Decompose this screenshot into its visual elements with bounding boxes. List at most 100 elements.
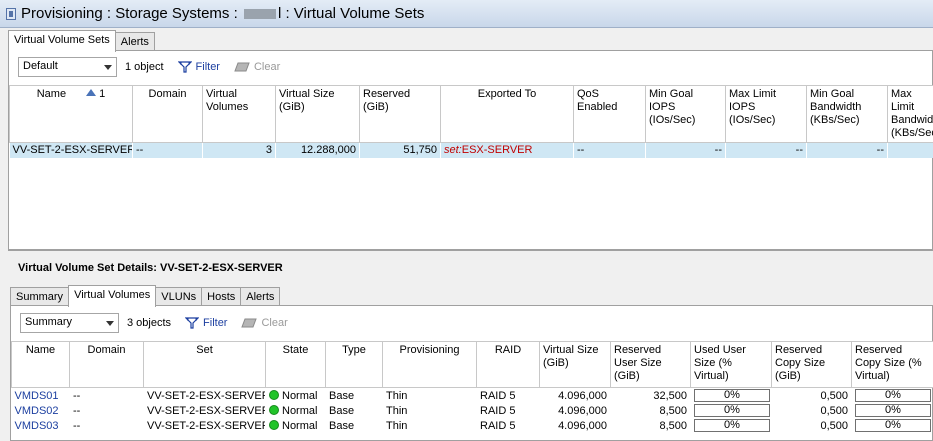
col-vv-raid[interactable]: RAID <box>476 341 540 388</box>
cell-vv-set: VV-SET-2-ESX-SERVER <box>147 419 266 432</box>
cell-vv-reserved-copy-pct: 0% <box>852 418 933 433</box>
details-object-count: 3 objects <box>127 317 172 329</box>
tab-virtual-volume-sets[interactable]: Virtual Volume Sets <box>8 30 116 52</box>
col-vv-domain[interactable]: Domain <box>69 341 144 388</box>
cell-vv-reserved-copy: 0,500 <box>820 389 848 402</box>
cell-min-bw: -- <box>806 142 888 158</box>
usage-progress-bar: 0% <box>694 404 770 417</box>
clear-button[interactable]: Clear <box>234 61 280 73</box>
col-max-limit-bandwidth[interactable]: Max Limit Bandwidth (KBs/Sec) <box>887 85 933 143</box>
col-vv-provisioning[interactable]: Provisioning <box>382 341 477 388</box>
cell-vv-reserved-user: 8,500 <box>659 419 687 432</box>
chevron-down-icon <box>106 321 114 326</box>
cell-vv-reserved-user: 8,500 <box>659 404 687 417</box>
details-clear-button[interactable]: Clear <box>241 317 288 329</box>
top-toolbar: Default 1 object Filter Clear <box>18 57 280 77</box>
usage-progress-bar: 0% <box>694 419 770 432</box>
details-filter-button[interactable]: Filter <box>185 317 227 329</box>
col-vv-set[interactable]: Set <box>143 341 266 388</box>
cell-vv-state: Normal <box>266 418 326 433</box>
col-min-goal-bandwidth[interactable]: Min Goal Bandwidth (KBs/Sec) <box>806 85 888 143</box>
cell-virtual-size: 12.288,000 <box>275 142 360 158</box>
col-virtual-size[interactable]: Virtual Size (GiB) <box>275 85 360 143</box>
status-normal-icon <box>269 404 279 415</box>
cell-vv-domain: -- <box>73 404 81 417</box>
cell-vv-used-user-pct: 0% <box>691 388 772 404</box>
cell-vv-virtual-size: 4.096,000 <box>558 404 607 417</box>
table-row[interactable]: VMDS02 -- VV-SET-2-ESX-SERVER Normal Bas… <box>12 403 933 418</box>
tab-hosts[interactable]: Hosts <box>201 287 242 307</box>
col-min-goal-iops[interactable]: Min Goal IOPS (IOs/Sec) <box>645 85 726 143</box>
cell-vv-reserved-copy: 0,500 <box>820 419 848 432</box>
cell-reserved: 51,750 <box>359 142 441 158</box>
cell-vv-set: VV-SET-2-ESX-SERVER <box>147 404 266 417</box>
copy-progress-bar: 0% <box>855 389 931 402</box>
cell-name: VV-SET-2-ESX-SERVER <box>9 142 133 158</box>
cell-vv-name[interactable]: VMDS02 <box>12 403 70 418</box>
cell-qos: -- <box>573 142 646 158</box>
col-vv-used-user-pct[interactable]: Used User Size (% Virtual) <box>690 341 772 388</box>
tab-virtual-volumes[interactable]: Virtual Volumes <box>68 285 157 307</box>
cell-vv-type: Base <box>329 419 355 432</box>
cell-virtual-volumes: 3 <box>202 142 276 158</box>
cell-vv-set: VV-SET-2-ESX-SERVER <box>147 389 266 402</box>
cell-vv-raid: RAID 5 <box>480 419 516 432</box>
col-vv-state[interactable]: State <box>265 341 326 388</box>
redacted-system-name <box>243 9 276 20</box>
cell-vv-reserved-copy-pct: 0% <box>852 388 933 404</box>
provisioning-app-icon <box>6 7 16 20</box>
cell-vv-virtual-size: 4.096,000 <box>558 389 607 402</box>
cell-vv-state: Normal <box>266 403 326 418</box>
cell-vv-type: Base <box>329 389 355 402</box>
col-max-limit-iops[interactable]: Max Limit IOPS (IOs/Sec) <box>725 85 807 143</box>
tab-alerts[interactable]: Alerts <box>114 32 155 52</box>
tab-vluns[interactable]: VLUNs <box>155 287 203 307</box>
tab-summary[interactable]: Summary <box>10 287 70 307</box>
col-name[interactable]: Name 1 <box>9 85 133 143</box>
col-vv-name[interactable]: Name <box>11 341 70 388</box>
cell-vv-name[interactable]: VMDS01 <box>12 388 70 404</box>
virtual-volumes-table: Name Domain Set State Type Provisioning … <box>11 341 933 433</box>
cell-vv-provisioning: Thin <box>386 389 408 402</box>
cell-vv-used-user-pct: 0% <box>691 418 772 433</box>
details-view-select[interactable]: Summary <box>20 313 119 333</box>
cell-vv-provisioning: Thin <box>386 404 408 417</box>
col-vv-reserved-copy-pct[interactable]: Reserved Copy Size (% Virtual) <box>851 341 933 388</box>
cell-min-iops: -- <box>645 142 726 158</box>
col-virtual-volumes[interactable]: Virtual Volumes <box>202 85 276 143</box>
cell-max-iops: -- <box>725 142 807 158</box>
chevron-down-icon <box>104 65 112 70</box>
cell-vv-domain: -- <box>73 389 81 402</box>
status-normal-icon <box>269 389 279 400</box>
col-vv-reserved-user[interactable]: Reserved User Size (GiB) <box>610 341 691 388</box>
filter-button[interactable]: Filter <box>177 61 220 73</box>
col-exported-to[interactable]: Exported To <box>440 85 574 143</box>
status-normal-icon <box>269 419 279 430</box>
cell-vv-used-user-pct: 0% <box>691 403 772 418</box>
cell-vv-virtual-size: 4.096,000 <box>558 419 607 432</box>
cell-max-bw <box>887 142 933 158</box>
col-vv-type[interactable]: Type <box>325 341 383 388</box>
eraser-icon <box>241 318 258 328</box>
cell-vv-name[interactable]: VMDS03 <box>12 418 70 433</box>
col-qos-enabled[interactable]: QoS Enabled <box>573 85 646 143</box>
cell-vv-provisioning: Thin <box>386 419 408 432</box>
cell-vv-raid: RAID 5 <box>480 389 516 402</box>
view-select[interactable]: Default <box>18 57 117 77</box>
eraser-icon <box>234 62 250 72</box>
col-domain[interactable]: Domain <box>132 85 203 143</box>
cell-exported-to[interactable]: set:ESX-SERVER <box>440 142 574 158</box>
col-reserved[interactable]: Reserved (GiB) <box>359 85 441 143</box>
vv-sets-table: Name 1 Domain Virtual Volumes Virtual Si… <box>9 85 933 158</box>
col-vv-virtual-size[interactable]: Virtual Size (GiB) <box>539 341 611 388</box>
details-toolbar: Summary 3 objects Filter Clear <box>20 313 288 333</box>
col-vv-reserved-copy[interactable]: Reserved Copy Size (GiB) <box>771 341 852 388</box>
usage-progress-bar: 0% <box>694 389 770 402</box>
tab-details-alerts[interactable]: Alerts <box>240 287 281 307</box>
table-row[interactable]: VV-SET-2-ESX-SERVER -- 3 12.288,000 51,7… <box>9 142 933 158</box>
filter-icon <box>185 317 200 329</box>
cell-vv-reserved-copy: 0,500 <box>820 404 848 417</box>
window-title: Provisioning : Storage Systems : l : Vir… <box>21 5 425 22</box>
table-row[interactable]: VMDS01 -- VV-SET-2-ESX-SERVER Normal Bas… <box>12 388 933 404</box>
table-row[interactable]: VMDS03 -- VV-SET-2-ESX-SERVER Normal Bas… <box>12 418 933 433</box>
